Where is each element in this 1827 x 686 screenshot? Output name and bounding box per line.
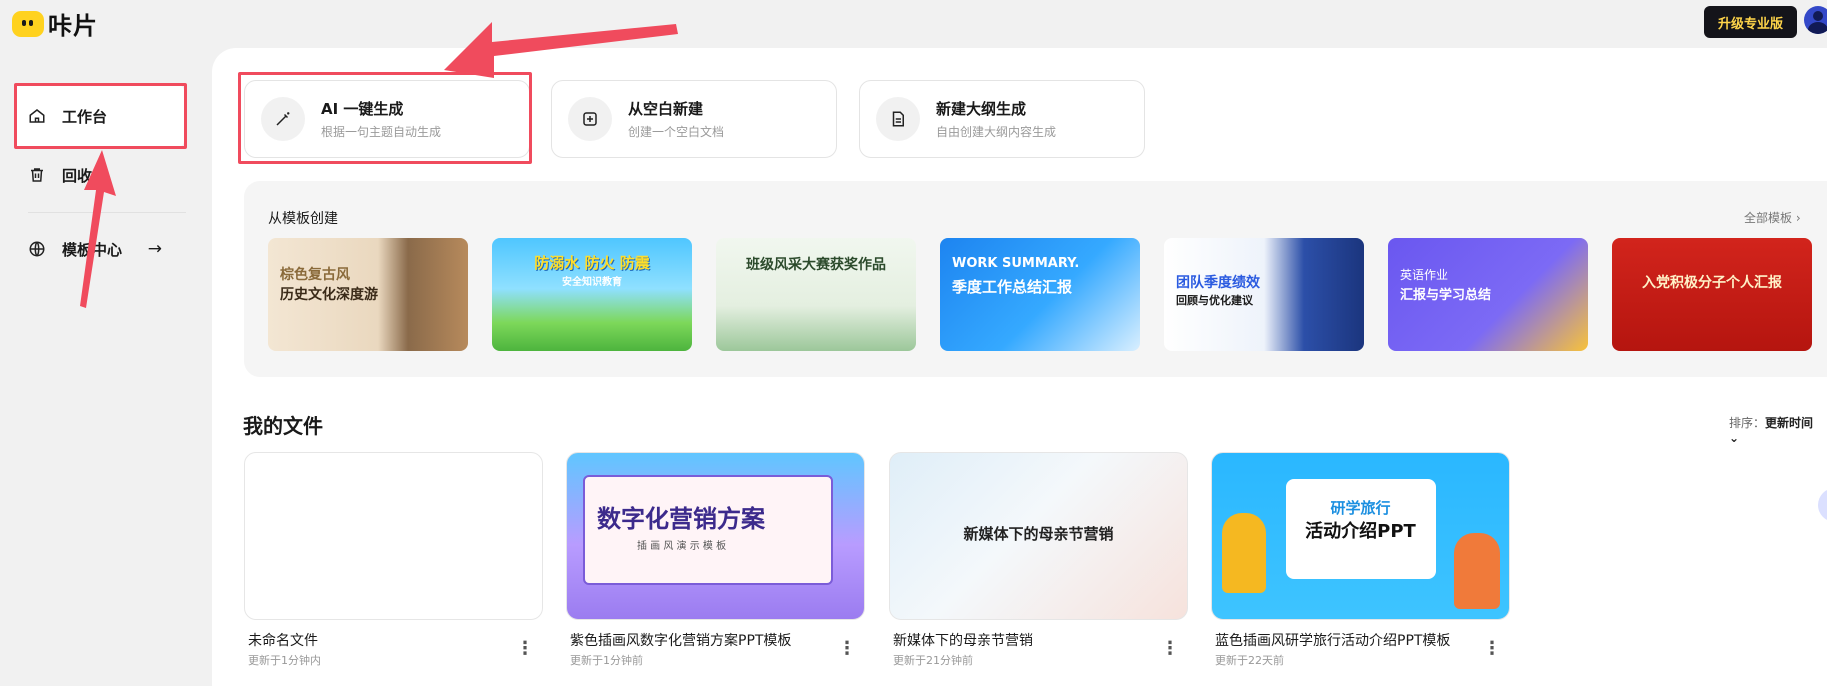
trash-icon [28, 166, 46, 184]
more-options-icon[interactable]: ⋮ [516, 638, 534, 659]
file-thumbnail[interactable]: 研学旅行 活动介绍PPT [1211, 452, 1510, 620]
file-name[interactable]: 紫色插画风数字化营销方案PPT模板 [570, 630, 791, 650]
template-card[interactable]: 班级风采大赛获奖作品 [716, 238, 916, 351]
template-card[interactable]: 防溺水 防火 防震 安全知识教育 [492, 238, 692, 351]
template-line1: 班级风采大赛获奖作品 [746, 257, 886, 273]
file-thumb-title: 研学旅行 [1330, 499, 1391, 517]
template-line2: 历史文化深度游 [280, 287, 378, 303]
template-line2: 汇报与学习总结 [1400, 288, 1492, 303]
my-files-title: 我的文件 [243, 414, 323, 438]
card-title: 新建大纲生成 [936, 100, 1027, 118]
arrow-right-icon: → [147, 239, 162, 259]
template-line1: 入党积极分子个人汇报 [1642, 275, 1782, 291]
card-subtitle: 创建一个空白文档 [628, 125, 725, 139]
file-meta: 更新于22天前 [1215, 654, 1284, 667]
file-thumbnail[interactable]: 新媒体下的母亲节营销 [889, 452, 1188, 620]
template-line1: 团队季度绩效 [1176, 275, 1260, 291]
document-icon [876, 97, 920, 141]
file-thumb-title: 新媒体下的母亲节营销 [963, 525, 1114, 543]
file-thumb-title: 数字化营销方案 [597, 505, 765, 533]
template-card[interactable]: 棕色复古风 历史文化深度游 [268, 238, 468, 351]
template-line1: 棕色复古风 [280, 267, 350, 283]
template-section-title: 从模板创建 [268, 211, 338, 227]
template-card[interactable]: 团队季度绩效 回顾与优化建议 [1164, 238, 1364, 351]
globe-icon [28, 240, 46, 258]
more-options-icon[interactable]: ⋮ [838, 638, 856, 659]
user-avatar[interactable] [1804, 6, 1827, 34]
add-square-icon [568, 97, 612, 141]
template-line2: 季度工作总结汇报 [952, 278, 1073, 296]
template-card[interactable]: 入党积极分子个人汇报 [1612, 238, 1812, 351]
template-line1: 英语作业 [1400, 268, 1449, 282]
file-name[interactable]: 新媒体下的母亲节营销 [893, 630, 1033, 650]
template-line2: 安全知识教育 [562, 277, 622, 288]
app-logo[interactable]: 咔片 [12, 6, 98, 41]
file-name[interactable]: 未命名文件 [248, 630, 318, 650]
annotation-highlight-workbench [14, 83, 187, 149]
template-line2: 回顾与优化建议 [1176, 294, 1253, 307]
annotation-arrow-top [444, 22, 678, 78]
file-name[interactable]: 蓝色插画风研学旅行活动介绍PPT模板 [1215, 630, 1450, 650]
annotation-arrow-left [80, 150, 116, 308]
file-thumbnail[interactable]: 数字化营销方案 插 画 风 演 示 模 板 [566, 452, 865, 620]
file-meta: 更新于21分钟前 [893, 654, 973, 667]
sort-label: 排序： [1729, 416, 1766, 430]
all-templates-link[interactable]: 全部模板 › [1744, 209, 1801, 226]
file-thumbnail[interactable] [244, 452, 543, 620]
logo-mark-icon [12, 10, 44, 37]
upgrade-button[interactable]: 升级专业版 [1704, 6, 1798, 38]
sort-dropdown[interactable]: 排序：更新时间 ⌄ [1729, 414, 1827, 445]
template-line1: WORK SUMMARY. [952, 256, 1080, 271]
logo-text: 咔片 [48, 12, 98, 40]
file-thumb-subtitle: 插 画 风 演 示 模 板 [637, 541, 727, 552]
file-meta: 更新于1分钟内 [248, 654, 321, 667]
card-subtitle: 自由创建大纲内容生成 [936, 125, 1057, 139]
blank-new-card[interactable]: 从空白新建 创建一个空白文档 [551, 80, 837, 158]
template-line1: 防溺水 防火 防震 [534, 254, 650, 272]
outline-generate-card[interactable]: 新建大纲生成 自由创建大纲内容生成 [859, 80, 1145, 158]
more-options-icon[interactable]: ⋮ [1483, 638, 1501, 659]
template-card[interactable]: 英语作业 汇报与学习总结 [1388, 238, 1588, 351]
card-title: 从空白新建 [628, 100, 704, 118]
more-options-icon[interactable]: ⋮ [1161, 638, 1179, 659]
file-meta: 更新于1分钟前 [570, 654, 643, 667]
annotation-highlight-ai-generate [238, 72, 532, 164]
template-card[interactable]: WORK SUMMARY. 季度工作总结汇报 [940, 238, 1140, 351]
